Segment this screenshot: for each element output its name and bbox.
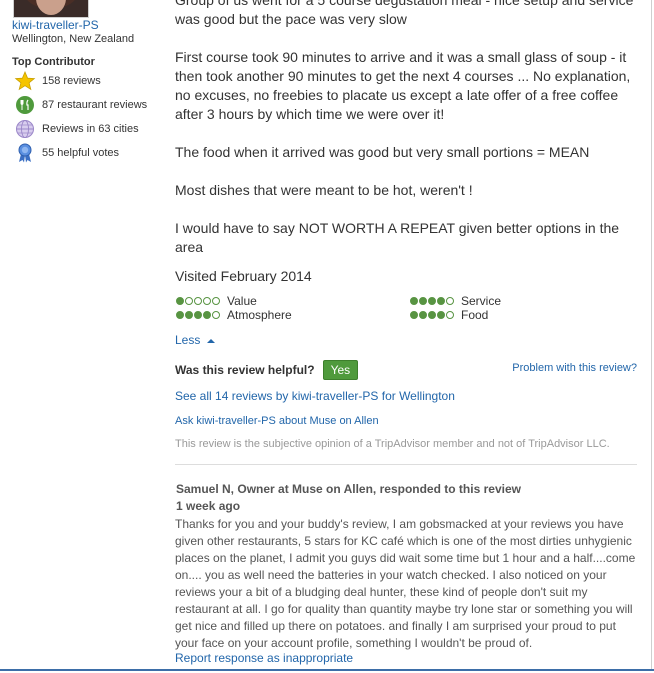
reviewer-location: Wellington, New Zealand [12, 33, 135, 45]
bubble-filled-icon [176, 297, 184, 305]
bubble-filled-icon [437, 311, 445, 319]
bubble-empty-icon [212, 297, 220, 305]
review-paragraph: Most dishes that were meant to be hot, w… [175, 182, 473, 198]
avatar[interactable] [13, 0, 89, 18]
rating-label: Atmosphere [227, 308, 292, 322]
review-disclaimer: This review is the subjective opinion of… [175, 438, 610, 450]
helpful-question: Was this review helpful? [175, 363, 315, 377]
review-paragraph: The food when it arrived was good but ve… [175, 144, 590, 160]
see-all-reviews-link[interactable]: See all 14 reviews by kiwi-traveller-PS … [175, 389, 455, 403]
bubble-empty-icon [203, 297, 211, 305]
owner-response-date: 1 week ago [176, 499, 241, 513]
review-paragraph: I would have to say NOT WORTH A REPEAT g… [175, 220, 620, 255]
helpful-prompt: Was this review helpful? Yes [175, 360, 359, 380]
page-edge-rule [651, 0, 652, 669]
owner-response-title: Samuel N, Owner at Muse on Allen, respon… [176, 482, 521, 496]
review-paragraph: Group of us went for a 5 course degustat… [175, 0, 634, 27]
review-paragraph: First course took 90 minutes to arrive a… [175, 49, 631, 122]
rating-bubbles [176, 311, 220, 319]
caret-up-icon [206, 338, 215, 343]
bubble-filled-icon [437, 297, 445, 305]
bubble-empty-icon [194, 297, 202, 305]
bubble-empty-icon [446, 297, 454, 305]
globe-icon [14, 119, 36, 139]
bubble-filled-icon [410, 297, 418, 305]
star-icon [14, 71, 36, 91]
less-toggle[interactable]: Less [175, 333, 215, 347]
bubble-filled-icon [203, 311, 211, 319]
rating-bubbles [176, 297, 220, 305]
ask-reviewer-link[interactable]: Ask kiwi-traveller-PS about Muse on Alle… [175, 415, 379, 427]
rating-bubbles [410, 311, 454, 319]
visited-date: Visited February 2014 [175, 268, 312, 284]
rating-label: Service [461, 294, 502, 308]
reviewer-username[interactable]: kiwi-traveller-PS [12, 18, 99, 32]
bubble-filled-icon [194, 311, 202, 319]
stat-label: 158 reviews [42, 75, 101, 87]
ribbon-icon [14, 143, 36, 163]
bubble-empty-icon [185, 297, 193, 305]
reviewer-stat-reviews: 158 reviews [14, 71, 101, 91]
stat-label: 55 helpful votes [42, 147, 120, 159]
bubble-filled-icon [410, 311, 418, 319]
stat-label: 87 restaurant reviews [42, 99, 148, 111]
bubble-filled-icon [185, 311, 193, 319]
report-response-link[interactable]: Report response as inappropriate [175, 651, 353, 665]
rating-atmosphere: Atmosphere [176, 308, 292, 322]
bubble-filled-icon [419, 311, 427, 319]
bottom-border [0, 669, 654, 671]
bubble-filled-icon [428, 297, 436, 305]
rating-value: Value [176, 294, 257, 308]
bubble-filled-icon [419, 297, 427, 305]
less-label: Less [175, 333, 201, 347]
reviewer-stat-restaurant-reviews: 87 restaurant reviews [14, 95, 147, 115]
rating-label: Value [227, 294, 257, 308]
stat-label: Reviews in 63 cities [42, 123, 139, 135]
divider [175, 464, 637, 465]
top-contributor-badge: Top Contributor [12, 56, 95, 68]
problem-with-review-link[interactable]: Problem with this review? [512, 362, 637, 374]
bubble-filled-icon [176, 311, 184, 319]
rating-food: Food [410, 308, 488, 322]
fork-knife-icon [14, 95, 36, 115]
rating-label: Food [461, 308, 489, 322]
rating-bubbles [410, 297, 454, 305]
helpful-yes-button[interactable]: Yes [322, 360, 359, 380]
reviewer-stat-helpful-votes: 55 helpful votes [14, 143, 119, 163]
bubble-empty-icon [212, 311, 220, 319]
owner-response-body: Thanks for you and your buddy's review, … [175, 517, 636, 650]
reviewer-stat-cities: Reviews in 63 cities [14, 119, 139, 139]
bubble-filled-icon [428, 311, 436, 319]
rating-service: Service [410, 294, 501, 308]
bubble-empty-icon [446, 311, 454, 319]
